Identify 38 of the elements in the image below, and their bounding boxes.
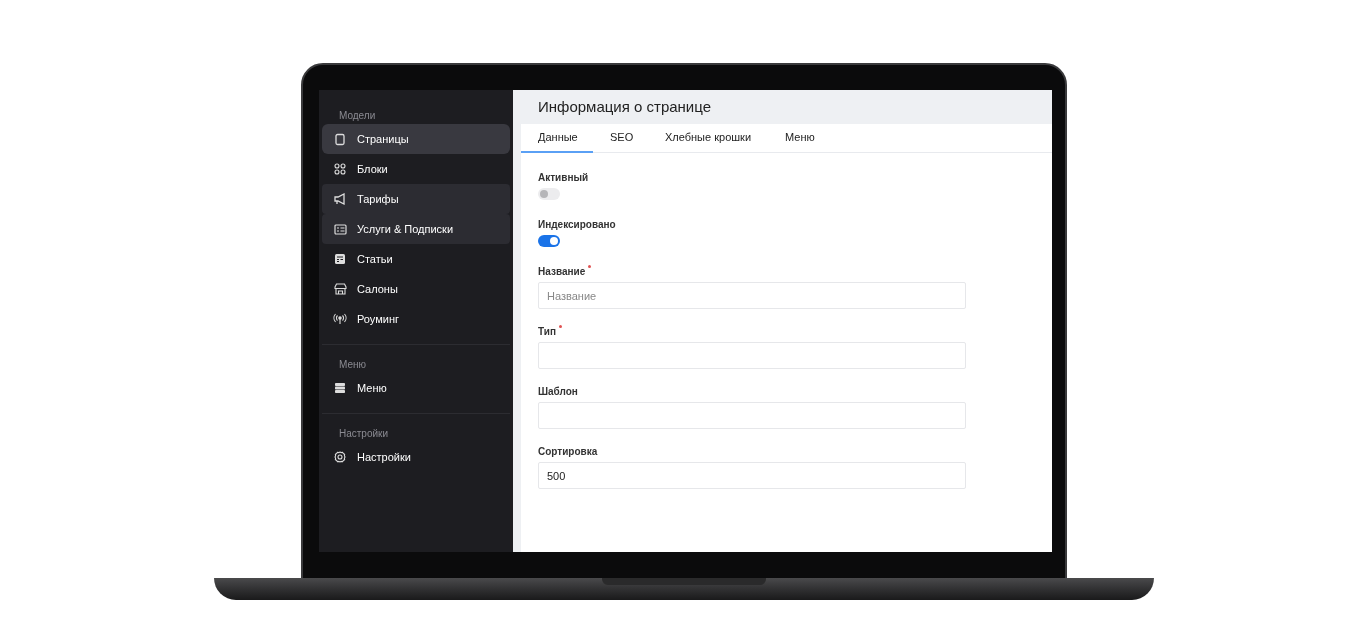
input-field[interactable]: 500 — [538, 462, 966, 489]
antenna-icon — [333, 313, 347, 325]
field-label: Шаблон — [538, 385, 578, 399]
sidebar-item[interactable]: Статьи — [322, 244, 510, 274]
card-icon — [333, 223, 347, 235]
tab[interactable]: Данные — [521, 124, 593, 153]
page-icon — [334, 132, 346, 146]
sidebar-item[interactable]: Блоки — [322, 154, 510, 184]
sidebar-item[interactable]: Салоны — [322, 274, 510, 304]
section-label: Модели — [338, 108, 377, 123]
input-field[interactable]: Название — [538, 282, 966, 309]
toggle-switch[interactable] — [538, 188, 560, 200]
page-title: Информация о странице — [538, 96, 711, 117]
store-icon — [333, 283, 347, 295]
field-label: Название — [538, 265, 586, 279]
sidebar-item[interactable]: Роуминг — [322, 304, 510, 334]
field-label: Тип — [538, 325, 556, 339]
megaphone-icon — [333, 193, 347, 205]
tab[interactable]: SEO — [593, 124, 648, 153]
sidebar-item[interactable]: Настройки — [322, 442, 510, 472]
sidebar-item[interactable]: Страницы — [322, 124, 510, 154]
tab[interactable]: Хлебные крошки — [648, 124, 768, 153]
list-icon — [334, 382, 346, 394]
input-field[interactable] — [538, 402, 966, 429]
toggle-switch[interactable] — [538, 235, 560, 247]
field-label: Индексировано — [538, 218, 616, 232]
sidebar-item[interactable]: Услуги & Подписки — [322, 214, 510, 244]
section-label: Меню — [338, 357, 368, 372]
sidebar-item[interactable]: Тарифы — [322, 184, 510, 214]
settings-icon — [334, 451, 346, 463]
input-field[interactable] — [538, 342, 966, 369]
grid-icon — [334, 163, 346, 175]
tab[interactable]: Меню — [768, 124, 828, 153]
newspaper-icon — [334, 253, 346, 265]
sidebar-item[interactable]: Меню — [322, 373, 510, 403]
field-label: Сортировка — [538, 445, 598, 459]
section-label: Настройки — [338, 426, 390, 441]
field-label: Активный — [538, 171, 589, 185]
